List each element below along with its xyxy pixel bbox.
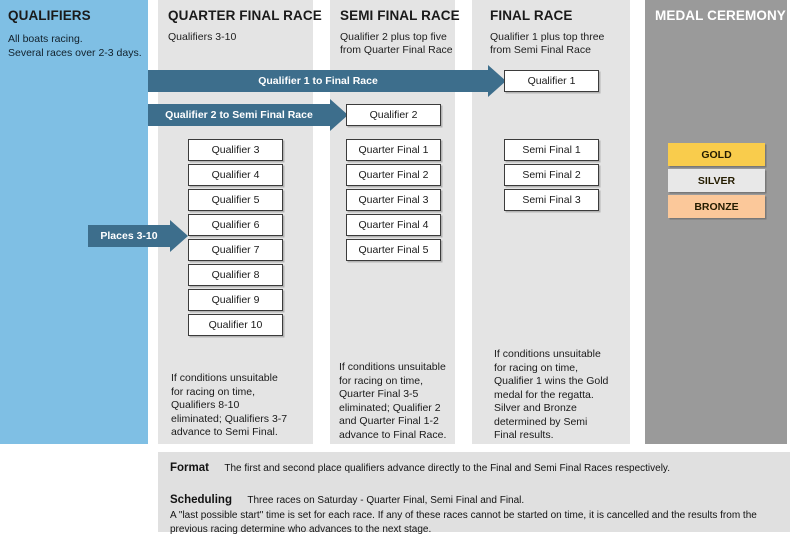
note-line: If conditions unsuitable — [494, 348, 601, 360]
note-line: for racing on time, — [339, 374, 424, 387]
qualifiers-description-line-2: Several races over 2-3 days. — [8, 46, 142, 59]
note-line: Qualifier 1 wins the Gold — [494, 375, 609, 387]
note-line: advance to Final Race. — [339, 428, 447, 441]
race-box-qualifier-1[interactable]: Qualifier 1 — [504, 70, 599, 92]
race-box-semi-final-3[interactable]: Semi Final 3 — [504, 189, 599, 211]
race-box-label: Quarter Final 1 — [358, 144, 429, 156]
note-semi-final: If conditions unsuitable for racing on t… — [339, 361, 459, 442]
race-box-quarter-final-2[interactable]: Quarter Final 2 — [346, 164, 441, 186]
race-box-label: Quarter Final 4 — [358, 219, 429, 231]
race-box-label: Qualifier 6 — [211, 219, 260, 231]
race-box-label: Qualifier 8 — [211, 269, 260, 281]
column-title-medal-ceremony: MEDAL CEREMONY — [655, 8, 786, 23]
note-line: If conditions unsuitable — [339, 361, 446, 373]
column-title-quarter-final: QUARTER FINAL RACE — [168, 8, 322, 23]
regatta-format-diagram: QUALIFIERS All boats racing. Several rac… — [0, 0, 800, 537]
column-medal-ceremony: MEDAL CEREMONY — [645, 0, 787, 444]
footer-scheduling-keyword: Scheduling — [170, 494, 232, 506]
column-title-qualifiers: QUALIFIERS — [8, 8, 91, 23]
footer-scheduling-line-2: A "last possible start" time is set for … — [170, 510, 757, 521]
footer-scheduling-text: Three races on Saturday - Quarter Final,… — [247, 495, 525, 506]
note-line: If conditions unsuitable — [171, 372, 278, 384]
footer-notes: Format The first and second place qualif… — [158, 452, 790, 535]
race-box-qualifier-6[interactable]: Qualifier 6 — [188, 214, 283, 236]
race-box-qualifier-3[interactable]: Qualifier 3 — [188, 139, 283, 161]
race-box-label: Qualifier 2 — [369, 109, 418, 121]
footer-format-keyword: Format — [170, 462, 209, 474]
arrow-qualifier-2-to-semi-final-race: Qualifier 2 to Semi Final Race — [148, 99, 348, 131]
note-quarter-final: If conditions unsuitable for racing on t… — [171, 372, 306, 440]
race-box-label: Qualifier 3 — [211, 144, 260, 156]
race-box-qualifier-7[interactable]: Qualifier 7 — [188, 239, 283, 261]
column-subtitle-final-race: Qualifier 1 plus top three from Semi Fin… — [490, 31, 630, 57]
race-box-qualifier-8[interactable]: Qualifier 8 — [188, 264, 283, 286]
arrow-label: Qualifier 2 to Semi Final Race — [165, 109, 313, 121]
race-box-label: Quarter Final 5 — [358, 244, 429, 256]
note-line: eliminated; Qualifiers 3-7 — [171, 412, 288, 425]
arrow-label: Places 3-10 — [100, 230, 158, 242]
arrow-head — [170, 220, 188, 252]
medal-silver-label: SILVER — [697, 174, 736, 187]
column-qualifiers: QUALIFIERS All boats racing. Several rac… — [0, 0, 148, 444]
race-box-qualifier-5[interactable]: Qualifier 5 — [188, 189, 283, 211]
race-box-label: Qualifier 7 — [211, 244, 260, 256]
arrow-places-3-10: Places 3-10 — [88, 220, 188, 252]
arrow-label: Qualifier 1 to Final Race — [258, 75, 378, 87]
subtitle-line: from Semi Final Race — [490, 44, 591, 56]
race-box-qualifier-9[interactable]: Qualifier 9 — [188, 289, 283, 311]
note-line: Silver and Bronze — [494, 402, 577, 414]
race-box-quarter-final-3[interactable]: Quarter Final 3 — [346, 189, 441, 211]
qualifiers-description-line-1: All boats racing. — [8, 33, 83, 45]
race-box-label: Qualifier 9 — [211, 294, 260, 306]
note-line: for racing on time, — [171, 385, 256, 398]
note-line: for racing on time, — [494, 361, 579, 374]
race-box-label: Semi Final 3 — [522, 194, 581, 206]
race-box-label: Qualifier 4 — [211, 169, 260, 181]
race-box-quarter-final-5[interactable]: Quarter Final 5 — [346, 239, 441, 261]
race-box-semi-final-2[interactable]: Semi Final 2 — [504, 164, 599, 186]
medal-bronze: BRONZE — [668, 195, 765, 218]
note-line: Final results. — [494, 429, 554, 441]
footer-format-row: Format The first and second place qualif… — [170, 462, 670, 476]
column-subtitle-quarter-final: Qualifiers 3-10 — [168, 31, 237, 43]
race-box-qualifier-4[interactable]: Qualifier 4 — [188, 164, 283, 186]
medal-bronze-label: BRONZE — [694, 200, 739, 213]
race-box-label: Qualifier 10 — [208, 319, 263, 331]
note-line: Qualifiers 8-10 — [171, 399, 240, 411]
note-line: advance to Semi Final. — [171, 426, 278, 438]
column-title-semi-final: SEMI FINAL RACE — [340, 8, 460, 23]
race-box-label: Quarter Final 2 — [358, 169, 429, 181]
qualifiers-description: All boats racing. Several races over 2-3… — [8, 33, 148, 60]
medal-gold: GOLD — [668, 143, 765, 166]
race-box-label: Qualifier 1 — [527, 75, 576, 87]
race-box-label: Semi Final 2 — [522, 169, 581, 181]
arrow-qualifier-1-to-final-race: Qualifier 1 to Final Race — [148, 65, 506, 97]
note-line: and Quarter Final 1-2 — [339, 415, 439, 427]
subtitle-line: Qualifier 1 plus top three — [490, 31, 605, 43]
footer-scheduling-line-3: previous racing determine who advances t… — [170, 524, 432, 535]
race-box-qualifier-2[interactable]: Qualifier 2 — [346, 104, 441, 126]
race-box-label: Semi Final 1 — [522, 144, 581, 156]
medal-silver: SILVER — [668, 169, 765, 192]
race-box-label: Qualifier 5 — [211, 194, 260, 206]
note-line: Quarter Final 3-5 — [339, 388, 419, 400]
subtitle-line: from Quarter Final Race — [340, 44, 453, 56]
note-line: determined by Semi — [494, 415, 588, 428]
note-line: eliminated; Qualifier 2 — [339, 401, 441, 414]
column-title-final-race: FINAL RACE — [490, 8, 573, 23]
race-box-label: Quarter Final 3 — [358, 194, 429, 206]
race-box-quarter-final-1[interactable]: Quarter Final 1 — [346, 139, 441, 161]
column-subtitle-semi-final: Qualifier 2 plus top five from Quarter F… — [340, 31, 455, 57]
note-line: medal for the regatta. — [494, 388, 594, 401]
race-box-qualifier-10[interactable]: Qualifier 10 — [188, 314, 283, 336]
medal-gold-label: GOLD — [701, 148, 732, 161]
race-box-semi-final-1[interactable]: Semi Final 1 — [504, 139, 599, 161]
note-final-race: If conditions unsuitable for racing on t… — [494, 348, 634, 443]
footer-scheduling-row: Scheduling Three races on Saturday - Qua… — [170, 494, 524, 508]
footer-format-text: The first and second place qualifiers ad… — [224, 463, 670, 474]
subtitle-line: Qualifier 2 plus top five — [340, 31, 447, 43]
race-box-quarter-final-4[interactable]: Quarter Final 4 — [346, 214, 441, 236]
